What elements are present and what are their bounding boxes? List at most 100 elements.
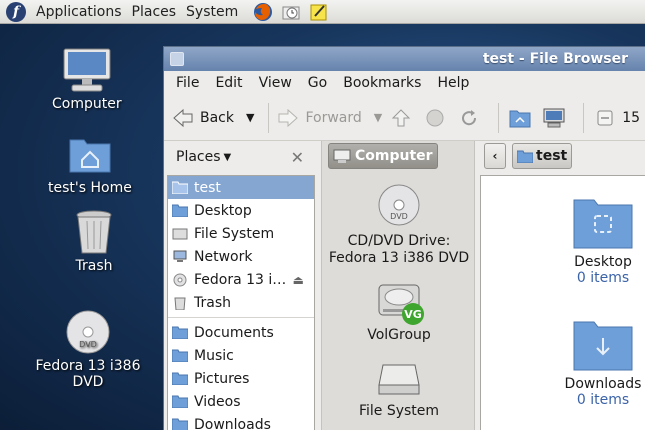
back-arrow-icon xyxy=(173,108,193,127)
forward-label: Forward xyxy=(305,109,362,126)
computer-icon xyxy=(61,44,113,96)
computer-icon xyxy=(333,149,351,163)
sidebar-item-label: test xyxy=(194,179,221,196)
computer-icon[interactable] xyxy=(541,105,567,131)
sidebar-item-test[interactable]: test xyxy=(168,176,314,199)
file-item-downloads[interactable]: Downloads 0 items xyxy=(543,316,645,408)
panel-menu-applications[interactable]: Applications xyxy=(34,4,130,20)
sidebar-item-trash[interactable]: Trash xyxy=(168,291,314,314)
sidebar-item-downloads[interactable]: Downloads xyxy=(168,413,314,430)
volume-volgroup[interactable]: VG VolGroup xyxy=(322,281,476,343)
volume-label: CD/DVD Drive: Fedora 13 i386 DVD xyxy=(328,233,470,266)
toolbar: Back ▼ Forward ▼ 15 xyxy=(164,95,645,141)
menu-help[interactable]: Help xyxy=(429,75,477,91)
window-menu-icon[interactable] xyxy=(170,52,184,66)
fedora-logo-icon[interactable]: f xyxy=(6,1,26,22)
menu-go[interactable]: Go xyxy=(300,75,335,91)
computer-button-label: Computer xyxy=(355,148,433,164)
sidebar-separator xyxy=(168,317,314,318)
desktop-dvd[interactable]: DVD Fedora 13 i386 DVD xyxy=(24,306,152,390)
forward-button[interactable]: Forward ▼ xyxy=(277,108,382,128)
sidebar-item-desktop[interactable]: Desktop xyxy=(168,199,314,222)
close-sidebar-icon[interactable]: ✕ xyxy=(291,148,304,167)
location-crumb-label: test xyxy=(536,148,568,164)
toolbar-separator xyxy=(583,102,585,133)
home-folder-icon xyxy=(64,128,116,180)
desktop-home[interactable]: test's Home xyxy=(48,128,132,196)
svg-text:DVD: DVD xyxy=(390,212,408,221)
menu-file[interactable]: File xyxy=(168,75,207,91)
sidebar-item-label: Network xyxy=(194,248,253,265)
desktop-computer[interactable]: Computer xyxy=(52,44,122,112)
sidebar-item-label: Desktop xyxy=(194,202,252,219)
downloads-folder-icon xyxy=(573,321,633,371)
up-icon[interactable] xyxy=(388,105,414,131)
volume-label: File System xyxy=(358,403,440,419)
desktop-label-computer: Computer xyxy=(52,96,122,112)
chevron-left-icon: ‹ xyxy=(492,149,498,163)
menu-edit[interactable]: Edit xyxy=(207,75,250,91)
sidebar-item-dvd[interactable]: Fedora 13 i… ⏏ xyxy=(168,268,314,291)
menubar: File Edit View Go Bookmarks Help xyxy=(164,71,645,95)
forward-arrow-icon xyxy=(278,108,299,127)
file-browser-window: test - File Browser File Edit View Go Bo… xyxy=(163,46,645,430)
sidebar-item-pictures[interactable]: Pictures xyxy=(168,367,314,390)
stop-icon[interactable] xyxy=(422,105,448,131)
location-crumb-test[interactable]: test xyxy=(512,143,573,169)
trash-icon xyxy=(172,296,188,310)
sidebar-item-music[interactable]: Music xyxy=(168,344,314,367)
location-back-button[interactable]: ‹ xyxy=(484,143,506,169)
mail-clock-icon[interactable] xyxy=(280,1,302,23)
sidebar-item-videos[interactable]: Videos xyxy=(168,390,314,413)
firefox-icon[interactable] xyxy=(252,1,274,23)
menu-view[interactable]: View xyxy=(251,75,300,91)
file-name: Downloads xyxy=(564,376,642,392)
back-label: Back xyxy=(200,109,234,126)
volume-filesystem[interactable]: File System xyxy=(322,361,476,419)
back-dropdown-icon[interactable]: ▼ xyxy=(246,111,254,124)
computer-button[interactable]: Computer xyxy=(328,143,438,169)
vg-badge: VG xyxy=(402,303,424,325)
desktop-trash[interactable]: Trash xyxy=(68,206,120,274)
chevron-down-icon: ▼ xyxy=(223,151,232,163)
home-icon[interactable] xyxy=(507,105,533,131)
zoom-level: 15 xyxy=(622,109,641,126)
volume-label: VolGroup xyxy=(367,327,431,343)
downloads-folder-icon xyxy=(172,418,188,430)
sidebar-item-label: Pictures xyxy=(194,370,250,387)
notes-icon[interactable] xyxy=(308,1,330,23)
dvd-icon xyxy=(172,273,188,287)
menu-bookmarks[interactable]: Bookmarks xyxy=(335,75,429,91)
volume-dvd[interactable]: DVD CD/DVD Drive: Fedora 13 i386 DVD xyxy=(322,183,476,267)
titlebar[interactable]: test - File Browser xyxy=(164,47,645,71)
svg-text:DVD: DVD xyxy=(79,340,97,349)
sidebar-item-label: Videos xyxy=(194,393,241,410)
toolbar-separator xyxy=(268,102,270,133)
file-count: 0 items xyxy=(576,392,630,408)
panel-menu-system[interactable]: System xyxy=(184,4,246,20)
trash-icon xyxy=(68,206,120,258)
forward-dropdown-icon[interactable]: ▼ xyxy=(374,111,382,124)
music-folder-icon xyxy=(172,349,188,363)
desktop-label-trash: Trash xyxy=(75,258,113,274)
sidebar-item-documents[interactable]: Documents xyxy=(168,321,314,344)
home-folder-icon xyxy=(517,150,533,163)
toolbar-separator xyxy=(498,102,500,133)
file-name: Desktop xyxy=(574,254,632,270)
eject-icon[interactable]: ⏏ xyxy=(293,273,304,287)
reload-icon[interactable] xyxy=(456,105,482,131)
sidebar-header[interactable]: Places ▼ ✕ xyxy=(164,141,314,173)
videos-folder-icon xyxy=(172,395,188,409)
panel-menu-places[interactable]: Places xyxy=(130,4,185,20)
sidebar-item-filesystem[interactable]: File System xyxy=(168,222,314,245)
zoom-out-icon[interactable] xyxy=(592,105,618,131)
sidebar-title: Places xyxy=(176,149,221,165)
file-item-desktop[interactable]: Desktop 0 items xyxy=(543,194,645,286)
sidebar-item-network[interactable]: Network xyxy=(168,245,314,268)
sidebar-item-label: Downloads xyxy=(194,416,271,430)
back-button[interactable]: Back ▼ xyxy=(172,108,254,128)
computer-pane: Computer DVD CD/DVD Drive: Fedora 13 i38… xyxy=(321,141,475,430)
dvd-icon: DVD xyxy=(62,306,114,358)
home-folder-icon xyxy=(172,181,188,195)
window-title: test - File Browser xyxy=(482,51,628,67)
